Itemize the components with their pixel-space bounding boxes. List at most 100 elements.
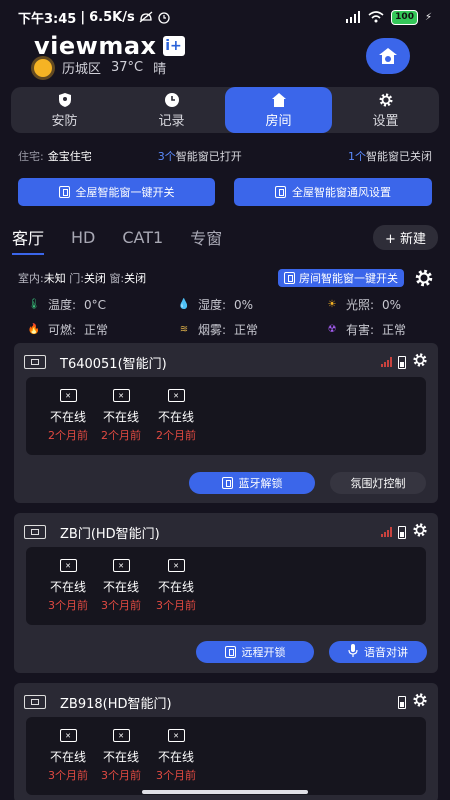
room-tab-window[interactable]: 专窗: [190, 225, 222, 249]
remote-unlock-button[interactable]: 远程开锁: [196, 641, 314, 663]
signal-icon: [381, 527, 392, 537]
offline-window-icon: ✕: [112, 559, 130, 572]
device-settings-gear-icon[interactable]: [412, 352, 428, 372]
all-windows-switch-button[interactable]: 全屋智能窗一键开关: [18, 178, 215, 206]
weather-line: 历城区 37°C 晴: [34, 58, 166, 77]
offline-window-icon: ✕: [59, 389, 77, 402]
device-card[interactable]: ZB门(HD智能门) ✕ 不在线 3个月前 ✕ 不在线 3个月前 ✕ 不在线 3个月前 远程…: [14, 513, 438, 673]
window-status-panel: ✕ 不在线 3个月前 ✕ 不在线 3个月前 ✕ 不在线 3个月前: [26, 547, 426, 625]
status-bar: 下午3:45 | 6.5K/s 100 ⚡: [18, 9, 432, 27]
bluetooth-unlock-button[interactable]: 蓝牙解锁: [189, 472, 315, 494]
device-title: ZB918(HD智能门): [60, 696, 172, 712]
droplet-icon: 💧: [177, 299, 191, 310]
window-status-panel: ✕ 不在线 3个月前 ✕ 不在线 3个月前 ✕ 不在线 3个月前: [26, 717, 426, 795]
device-settings-gear-icon[interactable]: [412, 692, 428, 712]
device-card[interactable]: ZB918(HD智能门) ✕ 不在线 3个月前 ✕ 不在线 3个月前 ✕ 不在线 3个月前: [14, 683, 438, 800]
voice-intercom-button[interactable]: 语音对讲: [329, 641, 427, 663]
home-settings-button[interactable]: [366, 38, 410, 74]
device-title: ZB门(HD智能门): [60, 526, 160, 542]
battery-icon: [398, 525, 406, 539]
room-tab-cat1[interactable]: CAT1: [122, 228, 163, 247]
sensor-temperature: 🌡 温度: 0°C: [27, 297, 107, 313]
sensor-light: ☀ 光照: 0%: [327, 297, 402, 313]
device-card[interactable]: T640051(智能门) ✕ 不在线 2个月前 ✕ 不在线 2个月前 ✕ 不在线 2个月前 …: [14, 343, 438, 503]
room-tab-living[interactable]: 客厅: [12, 225, 45, 255]
gesture-home-bar[interactable]: [142, 790, 308, 794]
tab-records[interactable]: 记录: [118, 87, 225, 133]
all-windows-vent-button[interactable]: 全屋智能窗通风设置: [234, 178, 432, 206]
sensor-humidity: 💧 湿度: 0%: [177, 297, 254, 313]
logo-badge: i+: [162, 36, 185, 56]
house-summary: 住宅: 金宝住宅 3个智能窗已打开 1个智能窗已关闭: [18, 148, 432, 164]
hazard-icon: ☢: [327, 324, 337, 335]
window-icon: [224, 646, 236, 658]
sun-icon: [34, 58, 52, 77]
shield-icon: [57, 92, 73, 108]
device-settings-gear-icon[interactable]: [412, 522, 428, 542]
battery-icon: [398, 695, 406, 709]
tab-rooms[interactable]: 房间: [225, 87, 332, 133]
microphone-icon: [348, 644, 358, 660]
home-gear-icon: [379, 48, 397, 64]
sensor-hazard: ☢ 有害: 正常: [327, 323, 407, 337]
device-icon: [24, 355, 46, 369]
home-icon: [271, 92, 287, 108]
weather-location: 历城区: [62, 62, 102, 77]
offline-window-icon: ✕: [167, 559, 185, 572]
window-status-item: ✕ 不在线 3个月前: [46, 559, 90, 613]
alarm-icon: [158, 12, 170, 24]
window-status-item: ✕ 不在线 2个月前: [154, 389, 198, 443]
thermometer-icon: 🌡: [27, 299, 41, 310]
cellular-icon: [346, 11, 361, 23]
closed-windows-summary: 1个智能窗已关闭: [348, 150, 432, 163]
app-logo: viewmax: [34, 32, 157, 60]
ambient-light-button[interactable]: 氛围灯控制: [330, 472, 426, 494]
offline-window-icon: ✕: [59, 559, 77, 572]
weather-temp: 37°C: [111, 60, 144, 75]
room-settings-gear-icon[interactable]: [414, 268, 434, 288]
sensor-combustible: 🔥 可燃: 正常: [27, 323, 109, 337]
window-icon: [58, 186, 70, 198]
window-status-item: ✕ 不在线 2个月前: [46, 389, 90, 443]
window-icon: [221, 477, 233, 489]
weather-condition: 晴: [153, 62, 167, 77]
brand: viewmax i+: [34, 32, 185, 60]
gear-icon: [378, 92, 394, 108]
house-label: 住宅:: [18, 150, 44, 163]
charging-icon: ⚡: [424, 11, 432, 23]
window-status-item: ✕ 不在线 3个月前: [99, 559, 143, 613]
window-status-item: ✕ 不在线 3个月前: [154, 559, 198, 613]
house-name: 金宝住宅: [47, 150, 92, 163]
wifi-icon: [368, 11, 384, 23]
battery-icon: [398, 355, 406, 369]
device-icon: [24, 525, 46, 539]
window-icon: [284, 272, 295, 284]
sun-icon: ☀: [327, 299, 337, 310]
offline-window-icon: ✕: [112, 729, 130, 742]
sensor-smoke: ≋ 烟雾: 正常: [179, 323, 259, 337]
status-time: 下午3:45: [18, 11, 77, 27]
window-status-item: ✕ 不在线 3个月前: [99, 729, 143, 783]
device-icon: [24, 695, 46, 709]
offline-window-icon: ✕: [59, 729, 77, 742]
room-windows-switch-button[interactable]: 房间智能窗一键开关: [278, 269, 404, 287]
window-status-item: ✕ 不在线 3个月前: [46, 729, 90, 783]
flame-icon: 🔥: [27, 324, 41, 335]
device-title: T640051(智能门): [60, 356, 167, 372]
battery-indicator: 100: [391, 9, 418, 25]
window-icon: [275, 186, 286, 198]
status-speed: 6.5K/s: [89, 9, 135, 25]
new-room-button[interactable]: + 新建: [372, 224, 438, 250]
window-status-item: ✕ 不在线 3个月前: [154, 729, 198, 783]
clock-icon: [164, 92, 180, 108]
tab-settings[interactable]: 设置: [332, 87, 439, 133]
offline-window-icon: ✕: [167, 729, 185, 742]
room-tab-hd[interactable]: HD: [71, 228, 95, 247]
offline-window-icon: ✕: [167, 389, 185, 402]
window-status-item: ✕ 不在线 2个月前: [99, 389, 143, 443]
sensor-grid: 🌡 温度: 0°C 💧 湿度: 0% ☀ 光照: 0% 🔥 可燃: 正常 ≋ 烟雾: 正常 ☢ 有害:…: [28, 296, 430, 338]
tab-security[interactable]: 安防: [11, 87, 118, 133]
main-tabs: 安防 记录 房间 设置: [11, 87, 439, 133]
room-tabs: 客厅 HD CAT1 专窗 + 新建: [12, 224, 438, 255]
smoke-icon: ≋: [179, 324, 189, 335]
